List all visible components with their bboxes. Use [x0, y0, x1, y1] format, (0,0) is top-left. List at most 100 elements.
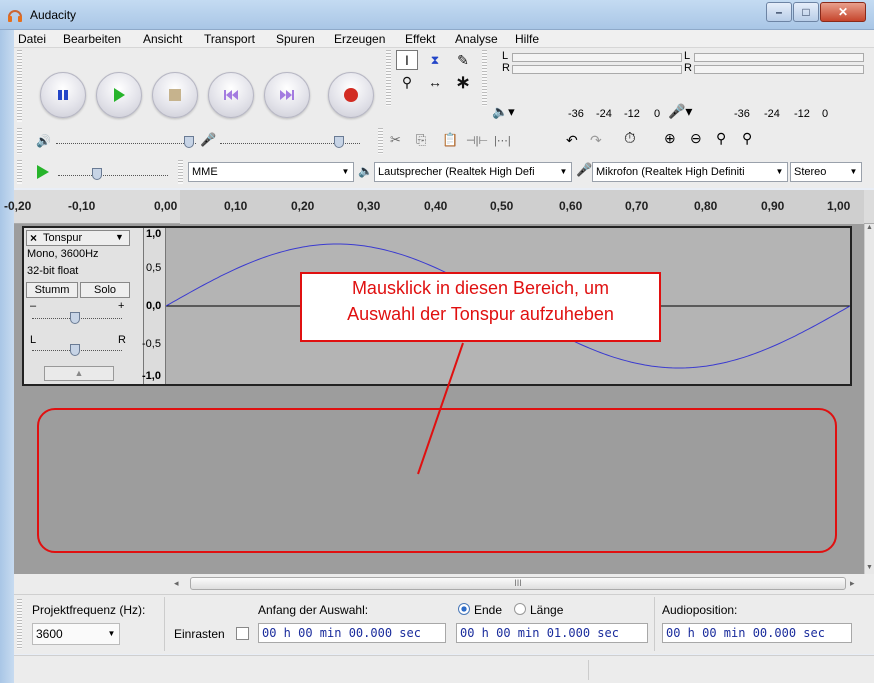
- audacity-window: Audacity – □ ✕ Datei Bearbeiten Ansicht …: [0, 0, 874, 683]
- collapse-track-button[interactable]: ▲: [44, 366, 114, 381]
- microphone-meter-icon[interactable]: 🎤▾: [668, 103, 692, 120]
- silence-icon[interactable]: |⋯|: [494, 134, 511, 147]
- speaker-meter-icon[interactable]: 🔈▾: [492, 104, 515, 120]
- paste-icon[interactable]: 📋: [442, 132, 458, 148]
- length-radio[interactable]: [514, 603, 526, 615]
- channels-select[interactable]: Stereo ▼: [790, 162, 862, 182]
- selection-end-time[interactable]: 00 h 00 min 01.000 sec: [456, 623, 648, 643]
- play-at-speed-icon[interactable]: [36, 164, 50, 180]
- scroll-left-icon[interactable]: ◂: [174, 578, 179, 589]
- menu-spuren[interactable]: Spuren: [276, 32, 315, 46]
- pause-button[interactable]: [40, 72, 86, 118]
- selection-start-time[interactable]: 00 h 00 min 00.000 sec: [258, 623, 446, 643]
- time-shift-tool[interactable]: ↔: [424, 72, 446, 92]
- menu-ansicht[interactable]: Ansicht: [143, 32, 182, 46]
- redo-icon[interactable]: ↷: [590, 132, 602, 149]
- ruler-label: 0,10: [224, 199, 248, 213]
- output-volume-thumb[interactable]: [184, 136, 194, 148]
- selection-toolbar: Projektfrequenz (Hz): 3600 ▼ Einrasten An…: [14, 594, 874, 654]
- fit-selection-icon[interactable]: ⚲: [716, 130, 726, 147]
- menu-effekt[interactable]: Effekt: [405, 32, 435, 46]
- recording-device-select[interactable]: Mikrofon (Realtek High Definiti ▼: [592, 162, 788, 182]
- zoom-out-icon[interactable]: ⊖: [690, 130, 702, 147]
- selection-end-value: 00 h 00 min 01.000 sec: [460, 626, 619, 640]
- skip-to-start-button[interactable]: [208, 72, 254, 118]
- pan-right-label: R: [118, 334, 126, 346]
- scroll-up-icon[interactable]: ▲: [866, 224, 873, 231]
- toolbar-grip[interactable]: [482, 50, 487, 106]
- record-icon: [344, 88, 358, 102]
- axis-label: 0,0: [146, 300, 162, 312]
- zoom-in-icon[interactable]: ⊕: [664, 130, 676, 147]
- audacity-headphones-icon: [8, 10, 22, 22]
- input-volume-thumb[interactable]: [334, 136, 344, 148]
- fit-project-icon[interactable]: ⚲: [742, 130, 752, 147]
- menu-bearbeiten[interactable]: Bearbeiten: [63, 32, 121, 46]
- ruler-label: 0,80: [694, 199, 718, 213]
- play-button[interactable]: [96, 72, 142, 118]
- pan-slider-thumb[interactable]: [70, 344, 80, 356]
- solo-button[interactable]: Solo: [80, 282, 130, 298]
- project-rate-select[interactable]: 3600 ▼: [32, 623, 120, 645]
- copy-icon[interactable]: ⎘: [416, 132, 426, 148]
- horizontal-scrollbar[interactable]: ◂ III ▸: [14, 574, 874, 594]
- skip-start-icon: [224, 90, 238, 100]
- menu-datei[interactable]: Datei: [18, 32, 46, 46]
- close-button[interactable]: ✕: [820, 2, 866, 22]
- title-bar[interactable]: Audacity – □ ✕: [0, 0, 874, 30]
- horizontal-scroll-thumb[interactable]: III: [190, 577, 846, 590]
- undo-icon[interactable]: ↶: [566, 132, 578, 149]
- play-meter-tick: 0: [654, 108, 661, 120]
- track-close-icon[interactable]: ×: [30, 231, 37, 245]
- toolbar-grip[interactable]: [17, 50, 22, 122]
- skip-to-end-button[interactable]: [264, 72, 310, 118]
- axis-label: -1,0: [142, 370, 161, 382]
- menu-hilfe[interactable]: Hilfe: [515, 32, 539, 46]
- envelope-tool[interactable]: ⧗: [424, 50, 446, 70]
- project-rate-value: 3600: [36, 627, 63, 641]
- mute-button[interactable]: Stumm: [26, 282, 78, 298]
- stop-button[interactable]: [152, 72, 198, 118]
- audio-position-time[interactable]: 00 h 00 min 00.000 sec: [662, 623, 852, 643]
- vertical-scrollbar[interactable]: ▲ ▼: [864, 224, 874, 574]
- play-meter-tick: -36: [568, 108, 584, 120]
- output-volume-slider[interactable]: [56, 142, 196, 144]
- microphone-icon: 🎤: [576, 162, 593, 177]
- timeline-ruler[interactable]: -0,20 -0,10 0,00 0,10 0,20 0,30 0,40 0,5…: [4, 190, 874, 224]
- sync-lock-icon[interactable]: ⏱: [624, 130, 636, 147]
- selection-start-label: Anfang der Auswahl:: [258, 603, 369, 617]
- speed-slider-thumb[interactable]: [92, 168, 102, 180]
- maximize-button[interactable]: □: [793, 2, 819, 22]
- trim-icon[interactable]: ⊣|⊢: [466, 134, 488, 147]
- audio-host-select[interactable]: MME ▼: [188, 162, 354, 182]
- scroll-down-icon[interactable]: ▼: [866, 564, 873, 571]
- scroll-right-icon[interactable]: ▸: [850, 578, 855, 589]
- triangle-up-icon: ▲: [74, 368, 84, 378]
- gain-slider-thumb[interactable]: [70, 312, 80, 324]
- toolbar-grip[interactable]: [17, 128, 22, 154]
- recording-meter[interactable]: L R: [676, 50, 866, 84]
- snap-checkbox[interactable]: [236, 627, 249, 640]
- toolbar-grip[interactable]: [386, 50, 391, 106]
- menu-transport[interactable]: Transport: [204, 32, 255, 46]
- multi-tool[interactable]: ∗: [452, 72, 474, 92]
- record-button[interactable]: [328, 72, 374, 118]
- menu-erzeugen[interactable]: Erzeugen: [334, 32, 385, 46]
- playback-device-select[interactable]: Lautsprecher (Realtek High Defi ▼: [374, 162, 572, 182]
- minimize-button[interactable]: –: [766, 2, 792, 22]
- end-radio[interactable]: [458, 603, 470, 615]
- cut-icon[interactable]: ✂: [390, 132, 401, 148]
- track-name-menu[interactable]: × Tonspur ▼: [26, 230, 130, 246]
- grip-icon: III: [514, 578, 522, 588]
- draw-tool[interactable]: ✎: [452, 50, 474, 70]
- zoom-tool[interactable]: ⚲: [396, 72, 418, 92]
- meter-bar-left: [512, 53, 682, 62]
- toolbar-grip[interactable]: [178, 160, 183, 184]
- speed-slider[interactable]: [58, 174, 168, 176]
- toolbar-grip[interactable]: [378, 128, 383, 154]
- toolbar-grip[interactable]: [17, 599, 22, 649]
- menu-analyse[interactable]: Analyse: [455, 32, 498, 46]
- toolbar-grip[interactable]: [17, 160, 22, 184]
- playback-meter[interactable]: L R: [492, 50, 682, 84]
- selection-tool[interactable]: I: [396, 50, 418, 70]
